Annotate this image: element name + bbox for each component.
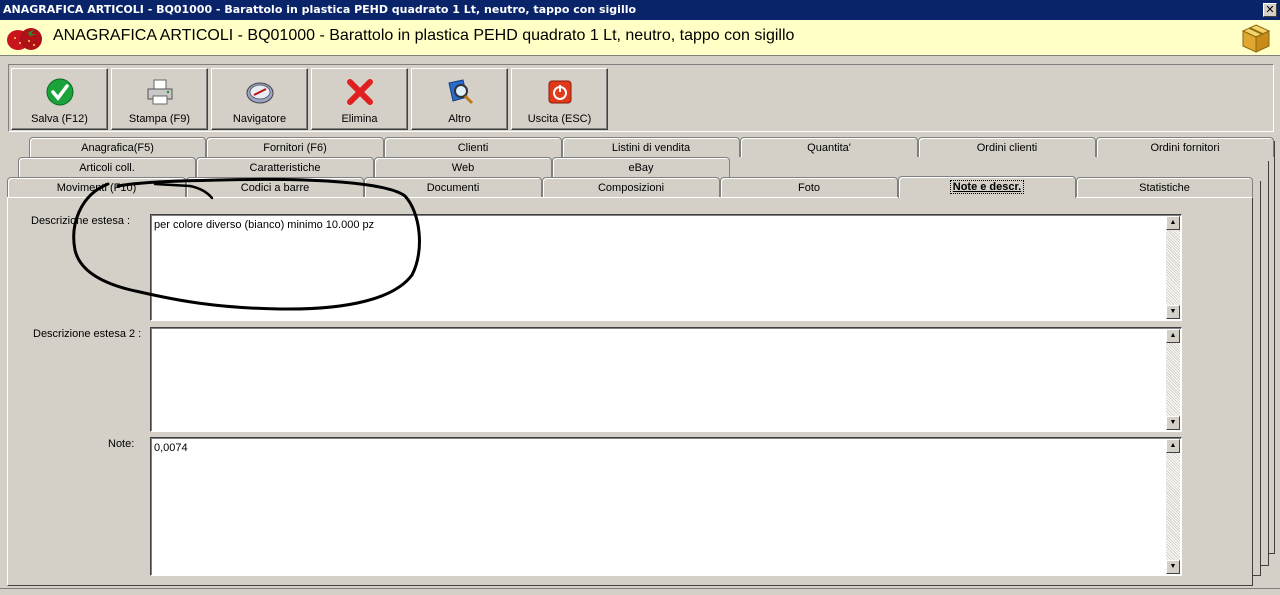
delete-button[interactable]: Elimina <box>311 68 408 130</box>
tab-web[interactable]: Web <box>374 157 552 177</box>
exit-button-label: Uscita (ESC) <box>527 113 592 125</box>
scrollbar[interactable]: ▲ ▼ <box>1166 216 1180 319</box>
window-titlebar: ANAGRAFICA ARTICOLI - BQ01000 - Barattol… <box>0 0 1280 20</box>
window-title: ANAGRAFICA ARTICOLI - BQ01000 - Barattol… <box>3 3 637 16</box>
tab-quantita[interactable]: Quantita' <box>740 137 918 157</box>
tab-panel: Descrizione estesa : per colore diverso … <box>7 197 1253 586</box>
note-value: 0,0074 <box>154 442 188 454</box>
save-button[interactable]: Salva (F12) <box>11 68 108 130</box>
tab-listini-di-vendita[interactable]: Listini di vendita <box>562 137 740 157</box>
other-button-label: Altro <box>448 113 471 125</box>
descrizione-estesa-field[interactable]: per colore diverso (bianco) minimo 10.00… <box>150 214 1182 321</box>
printer-icon <box>147 79 173 105</box>
note-label: Note: <box>108 438 135 450</box>
save-button-label: Salva (F12) <box>31 113 88 125</box>
tab-page-edge <box>1269 141 1275 554</box>
descrizione-estesa-2-field[interactable]: ▲ ▼ <box>150 327 1182 432</box>
tab-codici-a-barre[interactable]: Codici a barre <box>186 177 364 197</box>
tab-clienti[interactable]: Clienti <box>384 137 562 157</box>
tab-statistiche[interactable]: Statistiche <box>1076 177 1253 197</box>
tab-note-e-descr-label: Note e descr. <box>949 180 1025 194</box>
tab-composizioni[interactable]: Composizioni <box>542 177 720 197</box>
tab-page-edge <box>1261 161 1269 566</box>
descrizione-estesa-value: per colore diverso (bianco) minimo 10.00… <box>154 219 375 231</box>
tab-caratteristiche[interactable]: Caratteristiche <box>196 157 374 177</box>
checkmark-icon <box>46 78 74 106</box>
tab-documenti[interactable]: Documenti <box>364 177 542 197</box>
tab-ebay[interactable]: eBay <box>552 157 730 177</box>
tab-articoli-coll[interactable]: Articoli coll. <box>18 157 196 177</box>
scrollbar[interactable]: ▲ ▼ <box>1166 439 1180 574</box>
tab-anagrafica[interactable]: Anagrafica(F5) <box>29 137 206 157</box>
tab-foto[interactable]: Foto <box>720 177 898 197</box>
scroll-down-icon[interactable]: ▼ <box>1166 560 1180 574</box>
navigator-button-label: Navigatore <box>232 113 287 125</box>
red-x-icon <box>347 79 373 105</box>
tab-fornitori[interactable]: Fornitori (F6) <box>206 137 384 157</box>
scroll-up-icon[interactable]: ▲ <box>1166 216 1180 230</box>
package-box-icon <box>1241 24 1271 53</box>
navigator-button[interactable]: Navigatore <box>211 68 308 130</box>
scroll-down-icon[interactable]: ▼ <box>1166 305 1180 319</box>
exit-button[interactable]: Uscita (ESC) <box>511 68 608 130</box>
close-icon[interactable]: ✕ <box>1263 3 1277 17</box>
print-button[interactable]: Stampa (F9) <box>111 68 208 130</box>
scroll-down-icon[interactable]: ▼ <box>1166 416 1180 430</box>
scrollbar[interactable]: ▲ ▼ <box>1166 329 1180 430</box>
scroll-up-icon[interactable]: ▲ <box>1166 329 1180 343</box>
tab-page-edge <box>1253 181 1261 576</box>
page-title: ANAGRAFICA ARTICOLI - BQ01000 - Barattol… <box>53 27 795 44</box>
compass-icon <box>246 82 274 104</box>
descrizione-estesa-label: Descrizione estesa : <box>31 215 131 227</box>
descrizione-estesa-2-label: Descrizione estesa 2 : <box>33 328 142 340</box>
power-icon <box>548 80 572 104</box>
delete-button-label: Elimina <box>341 113 378 125</box>
book-magnifier-icon <box>448 79 474 105</box>
tab-ordini-clienti[interactable]: Ordini clienti <box>918 137 1096 157</box>
tab-movimenti[interactable]: Movimenti (F10) <box>7 177 186 197</box>
tab-note-e-descr[interactable]: Note e descr. <box>898 176 1076 198</box>
tab-ordini-fornitori[interactable]: Ordini fornitori <box>1096 137 1274 157</box>
print-button-label: Stampa (F9) <box>128 113 191 125</box>
scroll-up-icon[interactable]: ▲ <box>1166 439 1180 453</box>
other-button[interactable]: Altro <box>411 68 508 130</box>
note-field[interactable]: 0,0074 ▲ ▼ <box>150 437 1182 576</box>
toolbar: Salva (F12) Stampa (F9) Navigatore Elimi… <box>8 64 1274 132</box>
app-header: ANAGRAFICA ARTICOLI - BQ01000 - Barattol… <box>0 20 1280 56</box>
strawberry-icon <box>7 28 42 50</box>
